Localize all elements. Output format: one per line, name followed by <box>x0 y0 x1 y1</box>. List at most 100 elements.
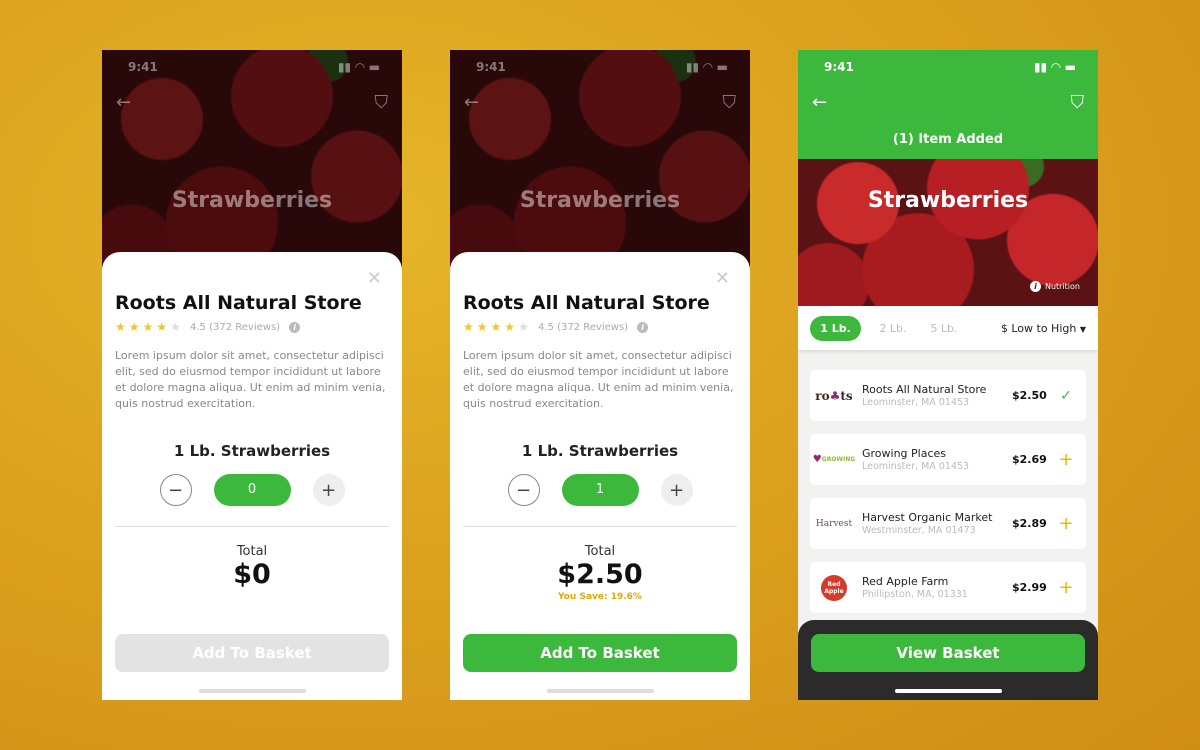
phone-screen-empty: 9:41 ▮▮ ◠ ▬ ← ⛉ Strawberries ✕ Roots All N… <box>102 50 402 700</box>
list-item[interactable]: ♥ GROWING Growing Places Leominster, MA 014… <box>810 434 1086 485</box>
status-icons: ▮▮ ◠ ▬ <box>1033 60 1076 74</box>
increment-button[interactable]: + <box>660 474 693 506</box>
product-title: Strawberries <box>867 188 1029 213</box>
star-icon: ★ <box>504 320 516 334</box>
store-price: $2.69 <box>1012 453 1047 466</box>
back-arrow-icon[interactable]: ← <box>464 92 479 113</box>
quantity-value: 1 <box>561 474 639 506</box>
add-icon[interactable]: + <box>1056 449 1076 470</box>
store-description: Lorem ipsum dolor sit amet, consectetur … <box>463 349 734 410</box>
store-description: Lorem ipsum dolor sit amet, consectetur … <box>115 349 386 410</box>
close-icon[interactable]: ✕ <box>367 268 382 289</box>
status-icons: ▮▮ ◠ ▬ <box>685 60 728 74</box>
add-to-basket-button[interactable]: Add To Basket <box>115 634 389 672</box>
store-logo: Harvest <box>815 518 853 529</box>
sort-label: $ Low to High <box>1000 321 1077 335</box>
quantity-value: 0 <box>213 474 291 506</box>
status-time: 9:41 <box>476 60 506 74</box>
add-icon[interactable]: + <box>1056 513 1076 534</box>
total-label: Total <box>236 544 268 559</box>
nutrition-label: Nutrition <box>1044 282 1080 291</box>
status-time: 9:41 <box>128 60 158 74</box>
info-icon: i <box>1029 281 1041 292</box>
store-price: $2.99 <box>1012 581 1047 594</box>
weight-option-1lb[interactable]: 1 Lb. <box>810 315 861 341</box>
store-name: Growing Places <box>862 447 947 460</box>
close-icon[interactable]: ✕ <box>715 268 730 289</box>
list-item[interactable]: Harvest Harvest Organic Market Westminster… <box>810 498 1086 549</box>
store-address: Phillipston, MA, 01331 <box>862 589 968 600</box>
savings-text: You Save: 19.6% <box>558 592 642 602</box>
chevron-down-icon: ▼ <box>1079 324 1086 334</box>
filter-bar: 1 Lb. 2 Lb. 5 Lb. $ Low to High ▼ <box>798 306 1098 350</box>
product-hero-image: Strawberries i Nutrition <box>798 159 1098 306</box>
sort-dropdown[interactable]: $ Low to High ▼ <box>1001 322 1086 335</box>
basket-icon[interactable]: ⛉ <box>1071 92 1085 113</box>
weight-option-2lb[interactable]: 2 Lb. <box>874 322 912 335</box>
item-added-banner: (1) Item Added <box>892 132 1004 147</box>
star-icon: ★ <box>518 320 529 334</box>
product-hero-image: 9:41 ▮▮ ◠ ▬ ← ⛉ Strawberries <box>102 50 402 280</box>
product-label: 1 Lb. Strawberries <box>173 442 331 460</box>
store-logo: ro ♣ ts <box>815 388 853 403</box>
product-label: 1 Lb. Strawberries <box>521 442 679 460</box>
divider <box>463 526 737 527</box>
total-label: Total <box>584 544 616 559</box>
rating-text: 4.5 (372 Reviews) <box>190 321 281 333</box>
store-price: $2.50 <box>1012 389 1047 402</box>
star-icon: ★ <box>128 320 140 334</box>
basket-icon[interactable]: ⛉ <box>723 92 737 113</box>
divider <box>115 526 389 527</box>
status-time: 9:41 <box>824 60 854 74</box>
check-icon[interactable]: ✓ <box>1056 388 1076 404</box>
basket-icon[interactable]: ⛉ <box>375 92 389 113</box>
list-item[interactable]: Red Apple Red Apple Farm Phillipston, MA, … <box>810 562 1086 613</box>
store-address: Leominster, MA 01453 <box>862 397 970 408</box>
phone-screen-store-list: 9:41 ▮▮ ◠ ▬ ← ⛉ (1) Item Added Strawberrie… <box>798 50 1098 700</box>
store-name: Harvest Organic Market <box>862 511 993 524</box>
info-icon[interactable]: i <box>637 321 649 333</box>
store-name: Roots All Natural Store <box>115 292 362 314</box>
list-item[interactable]: ro ♣ ts Roots All Natural Store Leominster, … <box>810 370 1086 421</box>
decrement-button[interactable]: − <box>507 474 540 506</box>
star-icon: ★ <box>156 320 168 334</box>
star-icon: ★ <box>142 320 154 334</box>
star-icon: ★ <box>476 320 488 334</box>
back-arrow-icon[interactable]: ← <box>116 92 131 113</box>
star-icon: ★ <box>170 320 181 334</box>
quantity-stepper: −0 + <box>115 474 389 506</box>
status-icons: ▮▮ ◠ ▬ <box>337 60 380 74</box>
increment-button[interactable]: + <box>312 474 345 506</box>
product-title: Strawberries <box>519 188 681 213</box>
home-indicator <box>199 689 306 693</box>
header: 9:41 ▮▮ ◠ ▬ ← ⛉ (1) Item Added <box>798 50 1098 159</box>
star-icon: ★ <box>115 320 126 334</box>
home-indicator <box>547 689 654 693</box>
store-name: Red Apple Farm <box>862 575 949 588</box>
home-indicator <box>895 689 1002 693</box>
bottom-bar: View Basket <box>798 620 1098 700</box>
store-detail-sheet: ✕ Roots All Natural Store ★ ★ ★ ★ ★ 4.5 (372… <box>102 252 402 700</box>
phone-screen-quantity: 9:41 ▮▮ ◠ ▬ ← ⛉ Strawberries ✕ Roots All N… <box>450 50 750 700</box>
product-hero-image: 9:41 ▮▮ ◠ ▬ ← ⛉ Strawberries <box>450 50 750 280</box>
star-icon: ★ <box>490 320 502 334</box>
weight-option-5lb[interactable]: 5 Lb. <box>925 322 963 335</box>
add-to-basket-button[interactable]: Add To Basket <box>463 634 737 672</box>
store-address: Westminster, MA 01473 <box>862 525 976 536</box>
info-icon[interactable]: i <box>289 321 301 333</box>
back-arrow-icon[interactable]: ← <box>812 92 827 113</box>
add-icon[interactable]: + <box>1056 577 1076 598</box>
store-detail-sheet: ✕ Roots All Natural Store ★ ★ ★ ★ ★ 4.5 (372… <box>450 252 750 700</box>
store-name: Roots All Natural Store <box>862 383 987 396</box>
star-icon: ★ <box>463 320 474 334</box>
total-value: $2.50 <box>557 559 643 590</box>
nutrition-link[interactable]: i Nutrition <box>1029 281 1080 292</box>
rating: ★ ★ ★ ★ ★ 4.5 (372 Reviews) i <box>463 320 737 334</box>
total-value: $0 <box>233 559 271 590</box>
view-basket-button[interactable]: View Basket <box>811 634 1085 672</box>
store-address: Leominster, MA 01453 <box>862 461 970 472</box>
store-price: $2.89 <box>1012 517 1047 530</box>
decrement-button[interactable]: − <box>159 474 192 506</box>
store-logo: ♥ GROWING <box>812 454 856 465</box>
product-title: Strawberries <box>171 188 333 213</box>
